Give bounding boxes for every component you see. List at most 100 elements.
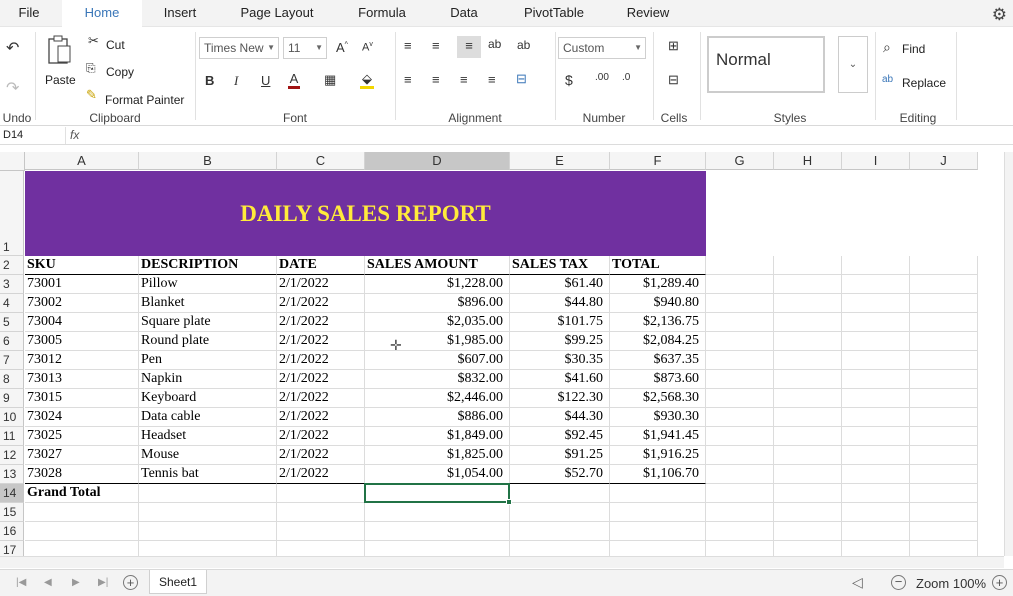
cell[interactable] — [706, 351, 774, 370]
cut-button[interactable]: Cut — [106, 38, 125, 52]
cell[interactable] — [510, 541, 610, 556]
column-header-f[interactable]: F — [610, 152, 706, 170]
data-cell[interactable]: $1,941.45 — [610, 427, 706, 446]
cell[interactable] — [706, 294, 774, 313]
cell[interactable] — [842, 256, 910, 275]
data-cell[interactable]: 73005 — [25, 332, 139, 351]
data-cell[interactable]: $1,985.00 — [365, 332, 510, 351]
cell[interactable] — [842, 503, 910, 522]
cell[interactable] — [842, 351, 910, 370]
data-cell[interactable]: Pillow — [139, 275, 277, 294]
row-header-3[interactable]: 3 — [0, 275, 24, 294]
number-format-dropdown[interactable]: Custom ▼ — [558, 37, 646, 59]
font-name-dropdown[interactable]: Times New ▼ — [199, 37, 279, 59]
decrease-font-icon[interactable]: Av — [362, 41, 373, 54]
data-cell[interactable]: $1,054.00 — [365, 465, 510, 484]
data-cell[interactable]: 2/1/2022 — [277, 408, 365, 427]
paste-label[interactable]: Paste — [45, 73, 76, 87]
cell[interactable] — [910, 503, 978, 522]
cell[interactable] — [842, 275, 910, 294]
styles-more-button[interactable]: ⌄ — [838, 36, 868, 93]
cell[interactable] — [842, 541, 910, 556]
tab-data[interactable]: Data — [440, 0, 488, 27]
cell[interactable] — [706, 332, 774, 351]
header-cell[interactable]: TOTAL — [610, 256, 706, 275]
cell[interactable] — [910, 351, 978, 370]
data-cell[interactable]: 2/1/2022 — [277, 313, 365, 332]
cell[interactable] — [706, 446, 774, 465]
cell[interactable] — [774, 313, 842, 332]
data-cell[interactable]: 2/1/2022 — [277, 389, 365, 408]
merge-icon[interactable]: ⊟ — [516, 71, 527, 87]
orientation-icon[interactable]: ab — [517, 38, 530, 52]
cell[interactable] — [910, 389, 978, 408]
data-cell[interactable]: Tennis bat — [139, 465, 277, 484]
cell[interactable] — [842, 313, 910, 332]
cell[interactable] — [706, 275, 774, 294]
cell[interactable] — [774, 370, 842, 389]
cell[interactable] — [510, 484, 610, 503]
cell[interactable] — [910, 313, 978, 332]
cell[interactable] — [910, 408, 978, 427]
row-header-16[interactable]: 16 — [0, 522, 24, 541]
data-cell[interactable]: $1,916.25 — [610, 446, 706, 465]
header-cell[interactable]: DATE — [277, 256, 365, 275]
column-header-c[interactable]: C — [277, 152, 365, 170]
justify-icon[interactable]: ≡ — [488, 72, 496, 87]
cell[interactable] — [910, 256, 978, 275]
select-all-corner[interactable] — [0, 152, 25, 171]
data-cell[interactable]: $91.25 — [510, 446, 610, 465]
data-cell[interactable]: Napkin — [139, 370, 277, 389]
cell[interactable] — [277, 503, 365, 522]
data-cell[interactable]: $886.00 — [365, 408, 510, 427]
zoom-out-icon[interactable]: − — [891, 575, 906, 590]
cell[interactable] — [25, 503, 139, 522]
cell[interactable] — [842, 484, 910, 503]
tab-pivottable[interactable]: PivotTable — [512, 0, 596, 27]
data-cell[interactable]: $61.40 — [510, 275, 610, 294]
cell[interactable] — [910, 332, 978, 351]
data-cell[interactable]: $873.60 — [610, 370, 706, 389]
data-cell[interactable]: $44.30 — [510, 408, 610, 427]
data-cell[interactable]: 2/1/2022 — [277, 351, 365, 370]
cell[interactable] — [365, 541, 510, 556]
column-header-b[interactable]: B — [139, 152, 277, 170]
data-cell[interactable]: Keyboard — [139, 389, 277, 408]
replace-button[interactable]: Replace — [902, 76, 946, 90]
data-cell[interactable]: $2,568.30 — [610, 389, 706, 408]
cell[interactable] — [139, 484, 277, 503]
cell[interactable] — [910, 465, 978, 484]
underline-button[interactable]: U — [261, 73, 270, 88]
cell[interactable] — [706, 541, 774, 556]
data-cell[interactable]: $1,106.70 — [610, 465, 706, 484]
cell[interactable] — [910, 370, 978, 389]
cell[interactable] — [610, 503, 706, 522]
cell[interactable] — [910, 446, 978, 465]
cell[interactable] — [774, 275, 842, 294]
data-cell[interactable]: Round plate — [139, 332, 277, 351]
row-header-5[interactable]: 5 — [0, 313, 24, 332]
row-header-6[interactable]: 6 — [0, 332, 24, 351]
row-header-4[interactable]: 4 — [0, 294, 24, 313]
column-header-a[interactable]: A — [25, 152, 139, 170]
find-button[interactable]: Find — [902, 42, 925, 56]
data-cell[interactable]: $1,849.00 — [365, 427, 510, 446]
tab-insert[interactable]: Insert — [150, 0, 210, 27]
fill-color-icon[interactable]: ⬙ — [360, 72, 374, 89]
zoom-in-icon[interactable]: + — [992, 575, 1007, 590]
data-cell[interactable]: 2/1/2022 — [277, 465, 365, 484]
increase-decimal-icon[interactable]: .00 — [595, 72, 609, 83]
decrease-decimal-icon[interactable]: .0 — [622, 72, 630, 83]
cell[interactable] — [842, 408, 910, 427]
data-cell[interactable]: Data cable — [139, 408, 277, 427]
row-header-13[interactable]: 13 — [0, 465, 24, 484]
data-cell[interactable]: 2/1/2022 — [277, 294, 365, 313]
data-cell[interactable]: $2,035.00 — [365, 313, 510, 332]
cell[interactable] — [706, 503, 774, 522]
font-color-icon[interactable]: A — [288, 72, 300, 89]
cell[interactable] — [774, 503, 842, 522]
cell[interactable] — [910, 522, 978, 541]
cell[interactable] — [774, 332, 842, 351]
cell[interactable] — [706, 522, 774, 541]
cell[interactable] — [277, 522, 365, 541]
